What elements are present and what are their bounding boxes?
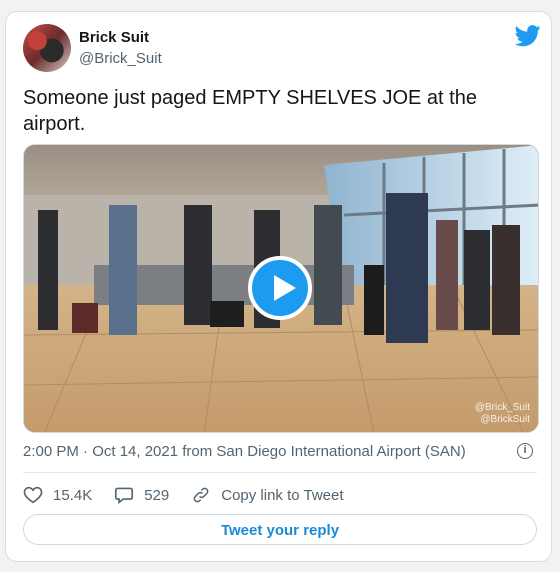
like-count: 15.4K <box>53 486 93 504</box>
author-avatar[interactable] <box>23 24 71 72</box>
tweet-your-reply-button[interactable]: Tweet your reply <box>23 514 537 545</box>
video-watermark: @Brick_Suit @BrickSuit <box>475 402 530 426</box>
divider <box>23 472 537 473</box>
watermark-line-1: @Brick_Suit <box>474 402 530 413</box>
link-icon <box>193 487 209 503</box>
reply-action[interactable]: 529 <box>114 486 169 504</box>
author-handle[interactable]: @Brick_Suit <box>79 50 162 67</box>
twitter-bird-icon[interactable] <box>515 25 541 47</box>
like-button[interactable]: 15.4K <box>23 486 92 504</box>
tweet-timestamp[interactable]: 2:00 PM · Oct 14, 2021 from San Diego In… <box>23 443 466 460</box>
tweet-text: Someone just paged EMPTY SHELVES JOE at … <box>23 87 477 135</box>
play-icon[interactable] <box>248 256 312 320</box>
tweet-video[interactable]: @Brick_Suit @BrickSuit <box>23 144 539 433</box>
tweet-actions: 15.4K 529 Copy link to Tweet <box>23 484 366 506</box>
watermark-line-2: @BrickSuit <box>480 414 530 425</box>
tweet-card: Brick Suit @Brick_Suit Someone just page… <box>5 11 552 562</box>
author-display-name[interactable]: Brick Suit <box>79 29 149 46</box>
copy-link-label: Copy link to Tweet <box>221 486 344 504</box>
reply-count: 529 <box>144 486 170 504</box>
comment-icon <box>115 487 134 504</box>
copy-link-button[interactable]: Copy link to Tweet <box>191 486 344 504</box>
info-icon[interactable]: i <box>517 443 533 459</box>
heart-icon <box>23 486 43 504</box>
